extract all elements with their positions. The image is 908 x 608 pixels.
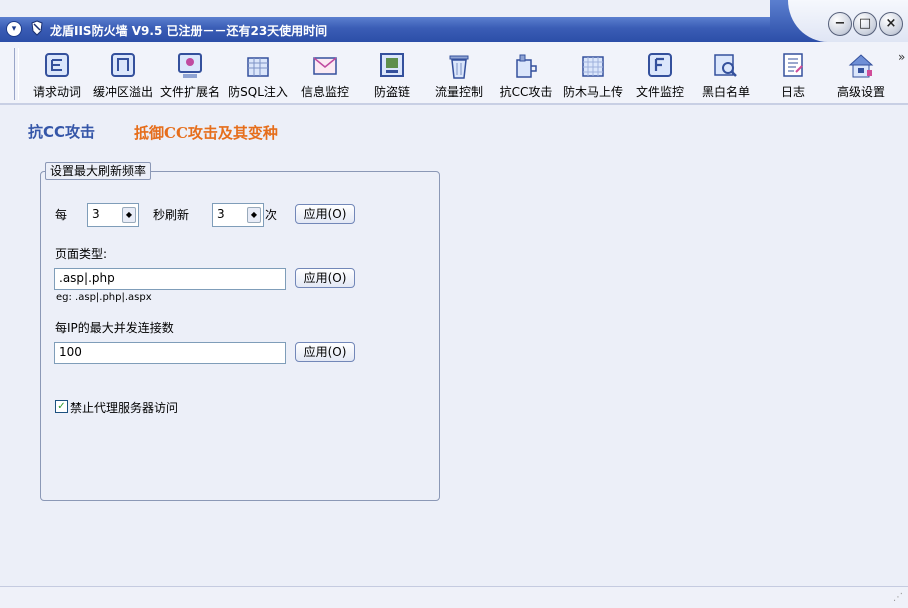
status-bar xyxy=(0,586,908,608)
block-proxy-label: 禁止代理服务器访问 xyxy=(70,401,179,415)
toolbar-label: 请求动词 xyxy=(32,85,81,99)
resize-grip-icon[interactable]: ⋰ xyxy=(893,592,903,603)
toolbar-label: 日志 xyxy=(780,85,805,99)
system-menu-icon[interactable]: ▾ xyxy=(6,21,22,37)
trash-icon xyxy=(449,55,469,79)
spinner-arrow-icon[interactable]: ◆ xyxy=(247,207,261,223)
toolbar-item-anti-leech[interactable]: 防盗链 xyxy=(366,46,418,101)
toolbar-item-buffer-overflow[interactable]: 缓冲区溢出 xyxy=(91,46,155,101)
page-type-input[interactable]: .asp|.php xyxy=(54,268,286,290)
toolbar-label: 抗CC攻击 xyxy=(499,85,553,99)
page-type-value: .asp|.php xyxy=(59,271,115,285)
times-value: 3 xyxy=(217,207,225,221)
apply-max-connections-button[interactable]: 应用(O) xyxy=(295,342,355,362)
times-label: 次 xyxy=(265,208,278,222)
toolbar-label: 防盗链 xyxy=(373,85,410,99)
anti-leech-icon xyxy=(380,53,404,77)
toolbar-label: 高级设置 xyxy=(836,85,885,99)
toolbar-label: 缓冲区溢出 xyxy=(92,85,153,99)
toolbar-item-sql-injection[interactable]: 防SQL注入 xyxy=(227,46,289,101)
buffer-overflow-icon xyxy=(111,53,135,77)
group-legend: 设置最大刷新频率 xyxy=(45,162,152,180)
file-extension-icon xyxy=(178,53,202,78)
trojan-upload-icon xyxy=(582,56,604,77)
toolbar-label: 信息监控 xyxy=(300,85,349,99)
page-subtitle: 抵御CC攻击及其变种 xyxy=(134,124,278,142)
toolbar-label: 防木马上传 xyxy=(562,85,623,99)
maximize-button[interactable]: □ xyxy=(853,12,877,36)
close-button[interactable]: × xyxy=(879,12,903,36)
toolbar-item-file-monitor[interactable]: 文件监控 xyxy=(632,46,688,101)
spinner-arrow-icon[interactable]: ◆ xyxy=(122,207,136,223)
page-type-label: 页面类型: xyxy=(55,247,108,261)
toolbar-item-advanced-settings[interactable]: 高级设置 xyxy=(832,46,890,101)
shield-icon xyxy=(31,20,43,36)
apply-frequency-button[interactable]: 应用(O) xyxy=(295,204,355,224)
toolbar-item-file-extension[interactable]: 文件扩展名 xyxy=(158,46,222,101)
toolbar-item-request-verb[interactable]: 请求动词 xyxy=(28,46,86,101)
blackwhite-list-icon xyxy=(714,54,737,77)
file-monitor-icon xyxy=(648,53,672,77)
toolbar-item-log[interactable]: 日志 xyxy=(768,46,818,101)
toolbar-label: 黑白名单 xyxy=(701,85,750,99)
log-icon xyxy=(783,53,803,77)
toolbar-label: 文件监控 xyxy=(635,85,684,99)
max-connections-value: 100 xyxy=(59,345,82,359)
page-title: 抗CC攻击 xyxy=(28,123,96,141)
window-title: 龙盾IIS防火墙 V9.5 已注册－－还有23天使用时间 xyxy=(50,24,328,38)
toolbar-item-trojan-upload[interactable]: 防木马上传 xyxy=(560,46,626,101)
max-connections-input[interactable]: 100 xyxy=(54,342,286,364)
toolbar-item-blackwhite-list[interactable]: 黑白名单 xyxy=(699,46,753,101)
page-type-example: eg: .asp|.php|.aspx xyxy=(56,292,152,303)
block-proxy-checkbox[interactable]: ✓ xyxy=(55,400,68,413)
times-spinner[interactable]: 3 ◆ xyxy=(212,203,264,227)
refresh-label: 秒刷新 xyxy=(153,208,190,222)
seconds-spinner[interactable]: 3 ◆ xyxy=(87,203,139,227)
minimize-button[interactable]: − xyxy=(828,12,852,36)
toolbar-item-traffic-control[interactable]: 流量控制 xyxy=(430,46,488,101)
every-label: 每 xyxy=(55,208,68,222)
toolbar-item-info-monitor[interactable]: 信息监控 xyxy=(296,46,354,101)
seconds-value: 3 xyxy=(92,207,100,221)
toolbar-label: 流量控制 xyxy=(434,85,483,99)
toolbar-item-cc-attack[interactable]: 抗CC攻击 xyxy=(498,46,554,101)
toolbar-label: 防SQL注入 xyxy=(228,85,288,99)
house-icon xyxy=(848,54,874,78)
toolbar-overflow-chevron[interactable]: » xyxy=(898,50,905,64)
request-verb-icon xyxy=(45,53,69,77)
toolbar-label: 文件扩展名 xyxy=(159,85,220,99)
max-connections-label: 每IP的最大并发连接数 xyxy=(55,321,174,335)
sql-injection-icon xyxy=(247,57,269,77)
apply-page-type-button[interactable]: 应用(O) xyxy=(295,268,355,288)
cc-attack-icon xyxy=(516,54,537,78)
toolbar-grip[interactable] xyxy=(14,48,19,100)
envelope-icon xyxy=(313,57,337,75)
